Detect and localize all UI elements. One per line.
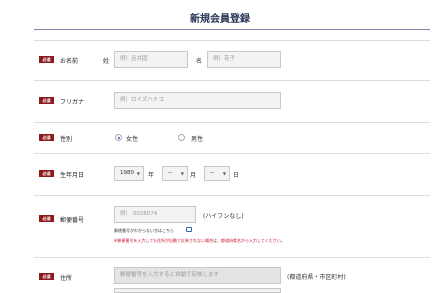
row-divider xyxy=(34,195,430,196)
row-divider xyxy=(34,122,430,123)
required-badge: 必須 xyxy=(39,170,54,177)
postal-label: 郵便番号 xyxy=(60,217,85,224)
chevron-down-icon: ▼ xyxy=(136,171,140,176)
birth-year-select[interactable]: 1980 ▼ xyxy=(114,166,144,181)
address-label: 住所 xyxy=(60,275,73,282)
birth-month-value: -- xyxy=(168,170,172,176)
kana-label: フリガナ xyxy=(60,99,85,106)
required-badge: 必須 xyxy=(39,56,54,63)
required-badge: 必須 xyxy=(39,215,54,222)
day-unit: 日 xyxy=(233,172,240,179)
chevron-down-icon: ▼ xyxy=(180,171,184,176)
row-divider xyxy=(34,40,430,41)
title-underline xyxy=(34,29,430,30)
month-unit: 月 xyxy=(190,172,197,179)
required-badge: 必須 xyxy=(39,273,54,280)
row-divider xyxy=(34,153,430,154)
postal-warning: ※郵便番号を入力しても住所が自動で反映されない場合は、都道府県名から入力してくだ… xyxy=(114,238,285,243)
chevron-down-icon: ▼ xyxy=(222,171,226,176)
gender-female-radio[interactable] xyxy=(115,134,122,141)
first-name-prefix: 名 xyxy=(196,58,203,65)
postal-input[interactable]: 例） 0028074 xyxy=(114,206,196,223)
postal-help-link[interactable]: 郵便番号がわからない方はこちら xyxy=(114,228,174,234)
row-divider xyxy=(34,257,430,258)
required-badge: 必須 xyxy=(39,97,54,104)
address-input[interactable]: 郵便番号を入力すると自動で反映します xyxy=(114,267,281,284)
gender-male-radio[interactable] xyxy=(178,134,185,141)
postal-suffix: (ハイフンなし) xyxy=(203,213,244,220)
gender-male-label[interactable]: 男性 xyxy=(191,134,203,143)
first-name-input[interactable]: 例）花子 xyxy=(207,51,281,68)
required-badge: 必須 xyxy=(39,134,54,141)
postal-help-icon[interactable] xyxy=(186,227,192,232)
address-input-2[interactable] xyxy=(114,288,281,293)
page-title: 新規会員登録 xyxy=(190,14,250,25)
address-suffix: (都道府県・市区町村) xyxy=(287,274,346,281)
row-divider xyxy=(34,80,430,81)
birth-day-select[interactable]: -- ▼ xyxy=(204,166,230,181)
birth-month-select[interactable]: -- ▼ xyxy=(162,166,188,181)
kana-input[interactable]: 例）ロイズハナコ xyxy=(114,92,281,109)
birth-year-value: 1980 xyxy=(120,170,134,176)
name-label: お名前 xyxy=(60,58,79,65)
birth-day-value: -- xyxy=(210,170,214,176)
gender-label: 性別 xyxy=(60,136,73,143)
last-name-prefix: 姓 xyxy=(103,58,110,65)
year-unit: 年 xyxy=(148,172,155,179)
last-name-input[interactable]: 例）呂井固 xyxy=(114,51,188,68)
gender-female-label[interactable]: 女性 xyxy=(126,134,138,143)
birthday-label: 生年月日 xyxy=(60,172,85,179)
